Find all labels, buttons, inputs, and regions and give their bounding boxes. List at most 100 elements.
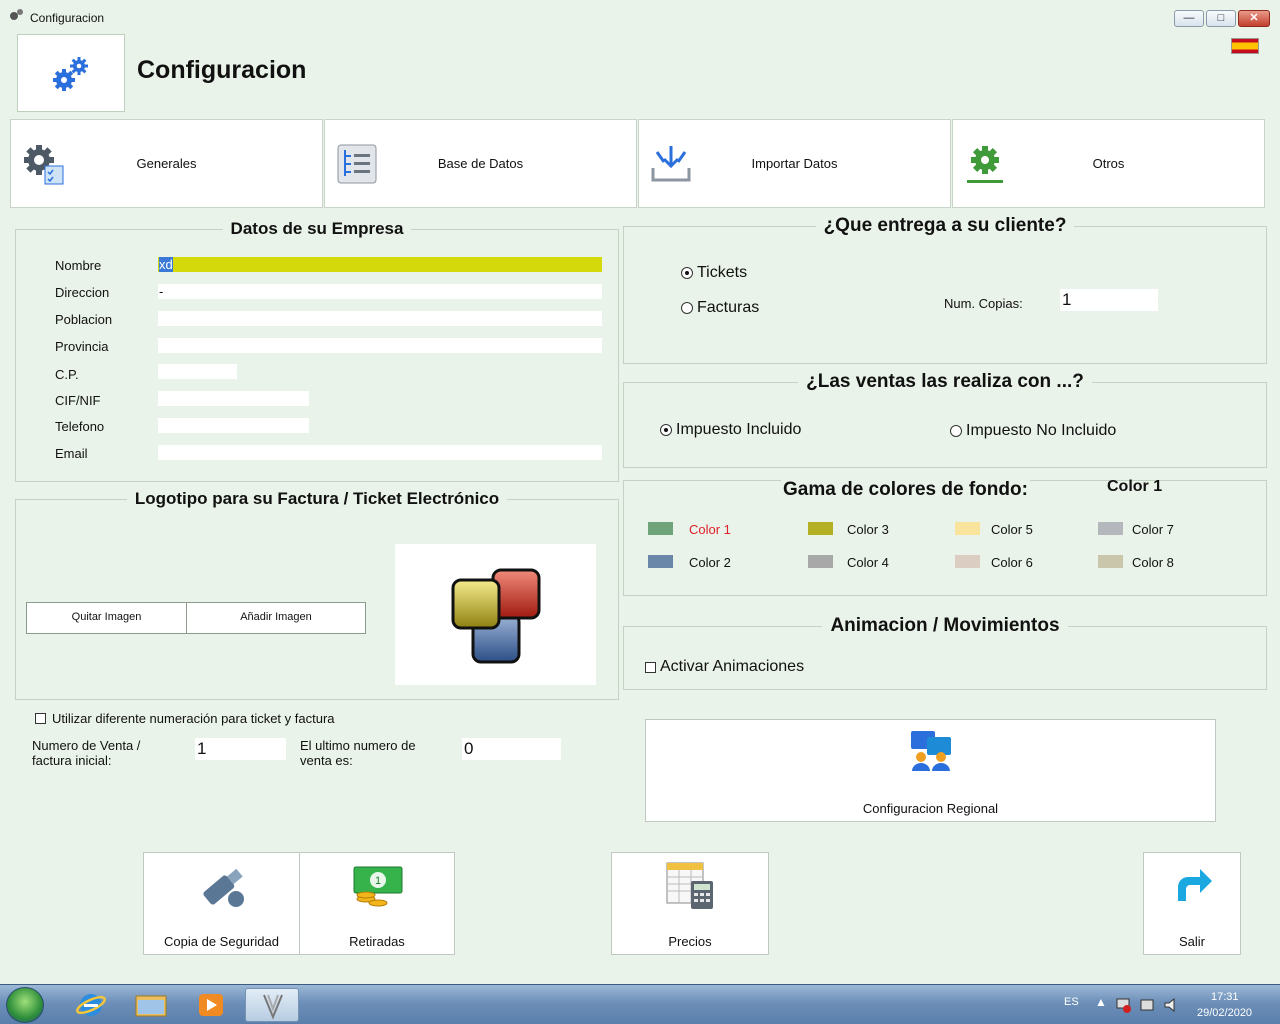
color-2-label[interactable]: Color 2: [689, 555, 731, 570]
taskbar: ES ▲ 17:31 29/02/2020: [0, 984, 1280, 1024]
color-4-label[interactable]: Color 4: [847, 555, 889, 570]
tab-importar-datos[interactable]: Importar Datos: [638, 119, 951, 208]
animacion-legend: Animacion / Movimientos: [830, 615, 1060, 636]
color-6-label[interactable]: Color 6: [991, 555, 1033, 570]
gears-icon: [53, 57, 88, 91]
numero-inicial-label-1: Numero de Venta /: [32, 738, 141, 753]
salir-label: Salir: [1178, 934, 1205, 949]
poblacion-label: Poblacion: [55, 312, 113, 327]
color-1-swatch[interactable]: [648, 522, 673, 535]
exit-arrow-icon: [1178, 869, 1212, 901]
salir-button[interactable]: Salir: [1143, 852, 1241, 955]
close-button[interactable]: ✕: [1238, 10, 1270, 27]
media-player-icon[interactable]: [184, 988, 238, 1022]
color-5-label[interactable]: Color 5: [991, 522, 1033, 537]
colores-legend: Gama de colores de fondo:: [781, 479, 1030, 501]
numeracion-checkbox-label: Utilizar diferente numeración para ticke…: [52, 711, 335, 726]
nombre-input[interactable]: xd: [158, 257, 602, 272]
logo-preview: [395, 544, 596, 685]
network-icon[interactable]: [1115, 997, 1133, 1013]
regional-people-icon: [911, 731, 951, 771]
cif-input[interactable]: [158, 391, 309, 406]
numeracion-checkbox[interactable]: [35, 713, 46, 724]
tab-base-de-datos[interactable]: Base de Datos: [324, 119, 637, 208]
color-2-swatch[interactable]: [648, 555, 673, 568]
impuesto-incluido-radio[interactable]: Impuesto Incluido: [660, 421, 801, 439]
language-indicator[interactable]: ES: [1064, 996, 1079, 1008]
copias-input[interactable]: 1: [1060, 289, 1158, 311]
ultimo-numero-label-1: El ultimo numero de: [300, 738, 416, 753]
tab-otros[interactable]: Otros: [952, 119, 1265, 208]
color-8-label[interactable]: Color 8: [1132, 555, 1174, 570]
color-7-label[interactable]: Color 7: [1132, 522, 1174, 537]
show-hidden-icons-icon[interactable]: ▲: [1095, 995, 1107, 1009]
impuesto-no-incluido-label: Impuesto No Incluido: [966, 422, 1117, 439]
retiradas-label: Retiradas: [349, 934, 405, 949]
tab-generales[interactable]: Generales: [10, 119, 323, 208]
email-label: Email: [55, 446, 88, 461]
minimize-button[interactable]: —: [1174, 10, 1204, 27]
cp-input[interactable]: [158, 364, 237, 379]
spain-flag-icon[interactable]: [1231, 38, 1259, 54]
configuracion-regional-button[interactable]: Configuracion Regional: [645, 719, 1216, 822]
clock-time[interactable]: 17:31: [1211, 991, 1239, 1003]
telefono-input[interactable]: [158, 418, 309, 433]
facturas-radio[interactable]: Facturas: [681, 299, 759, 317]
provincia-label: Provincia: [55, 339, 109, 354]
internet-explorer-icon[interactable]: [64, 988, 118, 1022]
tab-label: Generales: [136, 156, 197, 171]
direccion-label: Direccion: [55, 285, 110, 300]
radio-dot: [660, 424, 672, 436]
page-title: Configuracion: [137, 56, 307, 84]
anadir-imagen-button[interactable]: Añadir Imagen: [186, 602, 366, 634]
header-icon-box: [17, 34, 125, 112]
precios-button[interactable]: Precios: [611, 852, 769, 955]
direccion-input[interactable]: -: [158, 284, 602, 299]
copias-label: Num. Copias:: [944, 296, 1023, 311]
ultimo-numero-label-2: venta es:: [300, 753, 353, 768]
cif-label: CIF/NIF: [55, 393, 101, 408]
color-7-swatch[interactable]: [1098, 522, 1123, 535]
empresa-legend: Datos de su Empresa: [230, 219, 404, 238]
app-icon[interactable]: [245, 988, 299, 1022]
window-title: Configuracion: [30, 11, 105, 25]
tab-label: Importar Datos: [751, 156, 838, 171]
retiradas-button[interactable]: 1 Retiradas: [299, 852, 455, 955]
provincia-input[interactable]: [158, 338, 602, 353]
poblacion-input[interactable]: [158, 311, 602, 326]
copia-seguridad-button[interactable]: Copia de Seguridad: [143, 852, 300, 955]
numero-inicial-input[interactable]: 1: [195, 738, 286, 760]
color-4-swatch[interactable]: [808, 555, 833, 568]
color-5-swatch[interactable]: [955, 522, 980, 535]
precios-label: Precios: [668, 934, 712, 949]
configuracion-regional-label: Configuracion Regional: [862, 801, 999, 816]
email-input[interactable]: [158, 445, 602, 460]
entrega-group: ¿Que entrega a su cliente?: [623, 215, 1267, 364]
logo-image-icon: [451, 568, 541, 664]
color-3-label[interactable]: Color 3: [847, 522, 889, 537]
color-1-label[interactable]: Color 1: [689, 522, 731, 537]
tickets-radio[interactable]: Tickets: [681, 264, 747, 282]
radio-dot: [950, 425, 962, 437]
logotipo-legend: Logotipo para su Factura / Ticket Electr…: [134, 489, 500, 508]
color-3-swatch[interactable]: [808, 522, 833, 535]
clock-date[interactable]: 29/02/2020: [1197, 1007, 1252, 1019]
action-center-icon[interactable]: [1139, 997, 1157, 1013]
usb-drive-icon: [203, 868, 244, 907]
color-8-swatch[interactable]: [1098, 555, 1123, 568]
cash-coins-icon: 1: [353, 866, 403, 907]
quitar-imagen-button[interactable]: Quitar Imagen: [26, 602, 187, 634]
impuesto-incluido-label: Impuesto Incluido: [676, 421, 802, 438]
volume-icon[interactable]: [1163, 997, 1181, 1013]
svg-text:1: 1: [375, 875, 381, 887]
tab-label: Base de Datos: [437, 156, 524, 171]
animaciones-checkbox[interactable]: [645, 662, 656, 673]
tickets-label: Tickets: [697, 264, 748, 281]
color-6-swatch[interactable]: [955, 555, 980, 568]
maximize-button[interactable]: □: [1206, 10, 1236, 27]
file-explorer-icon[interactable]: [124, 988, 178, 1022]
start-button[interactable]: [6, 987, 44, 1023]
impuesto-no-incluido-radio[interactable]: Impuesto No Incluido: [950, 422, 1116, 440]
selected-color-label: Color 1: [1107, 478, 1163, 495]
cp-label: C.P.: [55, 367, 79, 382]
